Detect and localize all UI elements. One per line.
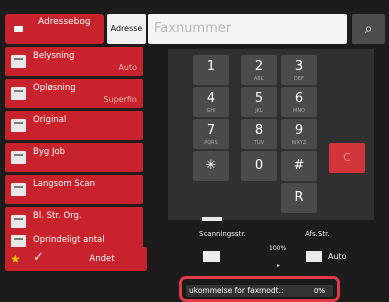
key-9[interactable]: 9 WXYZ [281, 119, 317, 149]
key-letters: ABC [253, 76, 265, 82]
key-digit: ✳ [205, 158, 217, 173]
key-digit: # [293, 158, 305, 173]
key-digit: 8 [254, 123, 264, 138]
setting-label: Byg Job [33, 147, 66, 157]
key-letters: GHI [206, 108, 216, 114]
key-digit: 3 [294, 59, 304, 74]
send-paper-icon [306, 251, 322, 262]
scale-ratio: 100% [269, 245, 287, 252]
key-digit: 5 [254, 91, 264, 106]
setting-value: Auto [118, 63, 137, 72]
setting-mixed-size[interactable]: Bl. Str. Org. [5, 207, 143, 236]
address-book-button[interactable]: Adressebog [5, 14, 104, 44]
fax-number-input[interactable]: Faxnummer [148, 14, 347, 44]
setting-slow-scan[interactable]: Langsom Scan [5, 175, 143, 204]
status-label: ukommelse for faxmodt.: [189, 286, 284, 295]
setting-label: Original [33, 115, 67, 125]
key-0[interactable]: 0 [241, 151, 277, 181]
original-icon [11, 119, 26, 132]
key-digit: 6 [294, 91, 304, 106]
search-icon[interactable]: ⌕ [352, 14, 385, 44]
key-digit: 4 [206, 91, 216, 106]
setting-original[interactable]: Original [5, 111, 143, 140]
setting-exposure[interactable]: Belysning Auto [5, 47, 143, 76]
star-icon[interactable]: ★ [10, 252, 21, 266]
key-2[interactable]: 2 ABC [241, 55, 277, 85]
key-5[interactable]: 5 JKL [241, 87, 277, 117]
setting-label: Bl. Str. Org. [33, 211, 82, 221]
key-digit: R [294, 190, 304, 205]
scan-paper-icon [203, 251, 220, 262]
arrow-right-icon: ▸ [277, 262, 281, 269]
fax-memory-status: ukommelse for faxmodt.: 0% [179, 276, 340, 302]
setting-resolution[interactable]: Opløsning Superfin [5, 79, 143, 108]
setting-job-build[interactable]: Byg Job [5, 143, 143, 172]
key-letters: DEF [294, 76, 304, 82]
setting-label: Langsom Scan [33, 179, 96, 189]
job-build-icon [11, 151, 26, 164]
key-7[interactable]: 7 PQRS [193, 119, 229, 149]
key-letters: WXYZ [291, 140, 307, 146]
key-r[interactable]: R [281, 183, 317, 213]
key-digit: 0 [254, 158, 264, 173]
key-letters: PQRS [204, 140, 218, 146]
key-letters: MNO [293, 108, 305, 114]
mixed-size-icon [11, 215, 26, 228]
status-bar: ukommelse for faxmodt.: 0% [186, 285, 333, 297]
setting-label: Opløsning [33, 83, 76, 93]
left-settings-panel: Adressebog Belysning Auto Opløsning Supe… [0, 0, 147, 302]
setting-value: Superfin [103, 95, 137, 104]
send-size-value: Auto [328, 252, 347, 261]
key-3[interactable]: 3 DEF [281, 55, 317, 85]
bottom-toolbar: ★ ✓ Andet [5, 247, 147, 271]
clear-button[interactable]: C [329, 143, 365, 173]
slow-scan-icon [11, 183, 26, 196]
key-digit: 1 [206, 59, 216, 74]
key-hash[interactable]: # [281, 151, 317, 181]
address-button[interactable]: Adresse [107, 14, 146, 44]
key-asterisk[interactable]: ✳ [193, 151, 229, 181]
exposure-icon [11, 55, 26, 68]
key-8[interactable]: 8 TUV [241, 119, 277, 149]
key-letters: TUV [253, 140, 265, 146]
scan-size-label: Scanningsstr. [199, 230, 246, 238]
key-digit: 2 [254, 59, 264, 74]
setting-label: Belysning [33, 51, 75, 61]
address-book-icon [14, 26, 23, 32]
key-digit: 7 [206, 123, 216, 138]
key-6[interactable]: 6 MNO [281, 87, 317, 117]
send-size-label: Afs.Str. [305, 230, 330, 238]
other-button[interactable]: Andet [61, 248, 143, 270]
setting-label: Oprindeligt antal [33, 235, 105, 245]
status-value: 0% [313, 287, 325, 295]
key-letters: JKL [255, 108, 263, 114]
key-1[interactable]: 1 [193, 55, 229, 85]
address-book-label: Adressebog [38, 17, 91, 27]
resolution-icon [11, 87, 26, 100]
fax-screen: Adressebog Belysning Auto Opløsning Supe… [0, 0, 389, 302]
scan-document-icon [202, 217, 222, 221]
check-icon[interactable]: ✓ [33, 250, 44, 265]
key-digit: 9 [294, 123, 304, 138]
key-4[interactable]: 4 GHI [193, 87, 229, 117]
scan-size-panel[interactable]: Scanningsstr. Afs.Str. 100% Auto ▸ [168, 217, 374, 269]
